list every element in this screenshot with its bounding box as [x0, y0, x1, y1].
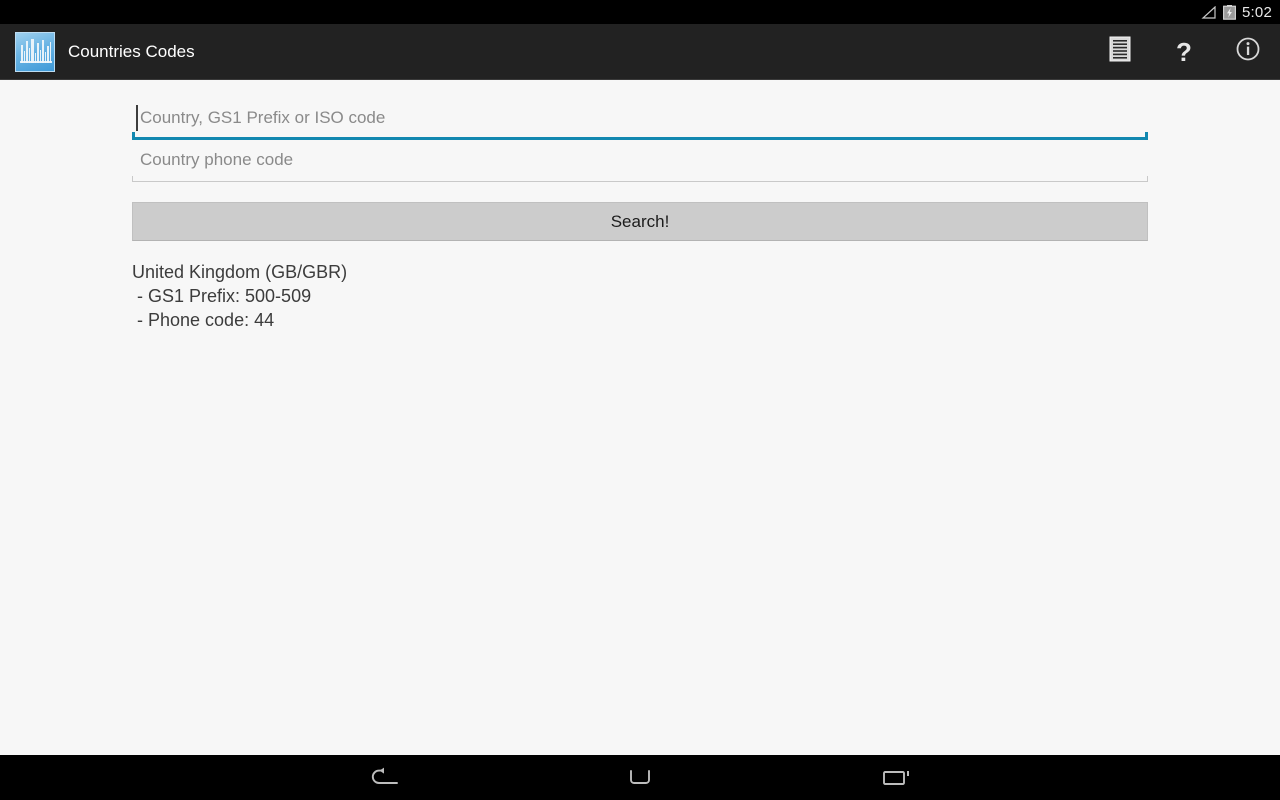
nav-recents-button[interactable]: [832, 755, 960, 800]
status-bar: 5:02: [0, 0, 1280, 24]
signal-triangle-icon: [1201, 5, 1217, 19]
recents-icon: [878, 767, 914, 789]
status-clock: 5:02: [1242, 3, 1272, 21]
battery-charging-icon: [1223, 4, 1236, 20]
app-logo-barcode: [20, 38, 52, 63]
country-search-input[interactable]: Country, GS1 Prefix or ISO code: [132, 100, 1148, 140]
info-circle-icon: [1235, 36, 1261, 67]
search-form: Country, GS1 Prefix or ISO code Country …: [132, 100, 1148, 332]
list-icon: [1109, 36, 1131, 67]
result-gs1-prefix-line: - GS1 Prefix: 500-509: [137, 286, 312, 306]
nav-gap-1: [448, 755, 576, 800]
back-icon: [367, 767, 401, 789]
search-button-label: Search!: [610, 211, 670, 231]
result-phone-code-line: - Phone code: 44: [137, 310, 275, 330]
country-search-placeholder: Country, GS1 Prefix or ISO code: [140, 108, 386, 127]
action-bar: Countries Codes ?: [0, 24, 1280, 80]
android-navigation-bar: [0, 755, 1280, 800]
country-input-underline: [132, 132, 1148, 140]
help-question-icon: ?: [1176, 36, 1192, 67]
status-bar-right: 5:02: [1201, 4, 1272, 21]
search-button[interactable]: Search!: [132, 202, 1148, 241]
main-content: Country, GS1 Prefix or ISO code Country …: [0, 81, 1280, 755]
nav-back-button[interactable]: [320, 755, 448, 800]
nav-home-button[interactable]: [576, 755, 704, 800]
info-button[interactable]: [1216, 24, 1280, 80]
text-caret: [136, 105, 138, 131]
result-country-line: United Kingdom (GB/GBR): [132, 262, 348, 282]
phone-code-input[interactable]: Country phone code: [132, 142, 1148, 182]
search-results: United Kingdom (GB/GBR) - GS1 Prefix: 50…: [132, 260, 1148, 332]
nav-gap-2: [704, 755, 832, 800]
page-title: Countries Codes: [68, 41, 195, 61]
home-icon: [623, 767, 657, 789]
list-button[interactable]: [1088, 24, 1152, 80]
help-button[interactable]: ?: [1152, 24, 1216, 80]
app-logo-icon: [15, 31, 55, 72]
phone-input-underline: [132, 176, 1148, 182]
phone-code-placeholder: Country phone code: [140, 150, 294, 169]
